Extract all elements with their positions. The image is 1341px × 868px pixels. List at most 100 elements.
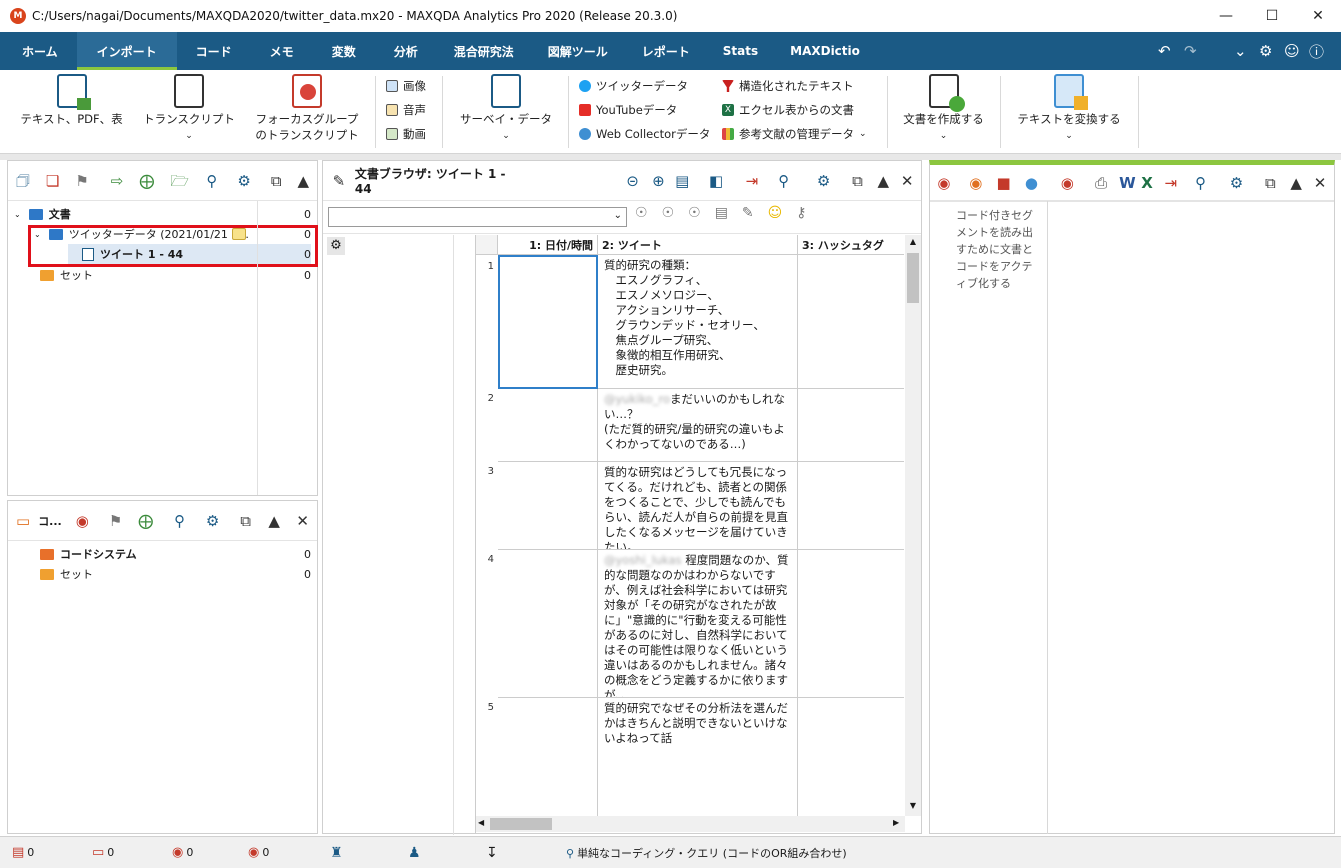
symbol-code-icon[interactable]: ⚷ [796,205,806,221]
scroll-right-icon[interactable]: ▶ [893,818,899,827]
coding-query-mode[interactable]: ⚲ 単純なコーディング・クエリ (コードのOR組み合わせ) [566,845,847,861]
add-code-icon[interactable]: ◉ [1059,175,1075,191]
import-video-button[interactable]: 動画 [386,126,426,142]
convert-text-button[interactable]: テキストを変換する ⌄ [1008,74,1130,141]
tab-home[interactable]: ホーム [0,32,77,70]
undock-icon[interactable]: ⧉ [1262,175,1278,191]
import-twitter-button[interactable]: ツイッターデータ [579,78,688,94]
tree-item-code-system-root[interactable]: コードシステム 0 [8,544,317,564]
import-structured-text-button[interactable]: 構造化されたテキスト [722,78,854,94]
vertical-scrollbar[interactable]: ▲ ▼ [905,235,921,816]
tree-item-documents-root[interactable]: ⌄ 文書 0 [8,204,317,224]
col-header-hashtag[interactable]: 3: ハッシュタグ [798,235,904,255]
highlighter-icon[interactable]: ✎ [742,205,754,221]
filter-docs-icon[interactable]: ⚑ [75,173,88,189]
undock-icon[interactable]: ⧉ [271,173,282,189]
horizontal-scrollbar[interactable]: ◀ ▶ [476,816,905,832]
status-segments[interactable]: ◉ 0 [248,845,269,860]
col-header-tweet[interactable]: 2: ツイート [598,235,798,255]
tab-reports[interactable]: レポート [625,32,707,70]
import-transcript-button[interactable]: トランスクリプト ⌄ [138,74,240,141]
help-icon[interactable]: ⓘ [1309,32,1324,70]
chevron-down-icon[interactable]: ⌄ [14,210,21,219]
emoji-code-icon[interactable]: ☺ [768,205,783,221]
settings-gear-icon[interactable]: ⚙ [816,173,832,189]
undock-icon[interactable]: ⧉ [850,173,866,189]
undock-icon[interactable]: ⧉ [239,513,252,529]
settings-gear-icon[interactable]: ⚙ [1229,175,1245,191]
import-youtube-button[interactable]: YouTubeデータ [579,102,677,118]
table-cell-date[interactable] [498,389,598,462]
zoom-in-icon[interactable]: ⊕ [650,173,666,189]
smiley-icon[interactable]: ☺ [1284,32,1300,70]
maximize-button[interactable]: ☐ [1249,0,1295,32]
table-cell-hashtag[interactable] [798,255,904,389]
settings-gear-icon[interactable]: ⚙ [1259,32,1272,70]
col-header-date[interactable]: 1: 日付/時間 [498,235,598,255]
collapse-panel-icon[interactable]: ▲ [1288,175,1304,191]
settings-gear-icon[interactable]: ⚙ [237,173,250,189]
print-icon[interactable]: ⎙ [1093,175,1109,191]
activate-icon[interactable]: ❏ [46,173,59,189]
new-code-icon[interactable]: ⨁ [138,513,153,529]
tab-visual-tools[interactable]: 図解ツール [531,32,625,70]
table-cell-tweet[interactable]: @yoshi_lukas 程度問題なのか、質的な問題なのかはわからないですが、例… [598,550,798,698]
excel-export-icon[interactable]: X [1139,175,1155,191]
table-cell-date[interactable] [498,462,598,550]
users-icon[interactable]: ♜ [330,845,343,861]
import-webcollector-button[interactable]: Web Collectorデータ [579,126,710,142]
collapse-panel-icon[interactable]: ▲ [298,173,310,189]
code-weight-icon[interactable]: ◉ [968,175,984,191]
tab-maxdictio[interactable]: MAXDictio [774,32,876,70]
zoom-out-icon[interactable]: ⊝ [625,173,641,189]
import-audio-button[interactable]: 音声 [386,102,426,118]
close-window-button[interactable]: ✕ [1295,0,1341,32]
scrollbar-thumb[interactable] [907,253,919,303]
activate-codes-icon[interactable]: ◉ [76,513,89,529]
search-icon[interactable]: ⚲ [173,513,186,529]
status-memos[interactable]: ▭ 0 [92,845,114,860]
search-icon[interactable]: ⚲ [776,173,792,189]
new-document-icon[interactable]: ⨁ [139,173,154,189]
table-cell-tweet[interactable]: @yukiko_roまだいいのかもしれない…？ (ただ質的研究/量的研究の違いも… [598,389,798,462]
close-panel-icon[interactable]: ✕ [296,513,309,529]
collapse-panel-icon[interactable]: ▲ [268,513,281,529]
tab-analysis[interactable]: 分析 [375,32,437,70]
fit-width-icon[interactable]: ▤ [674,173,690,189]
import-excel-docs-button[interactable]: X エクセル表からの文書 [722,102,854,118]
collapse-panel-icon[interactable]: ▲ [875,173,891,189]
user-icon[interactable]: ♟ [408,845,421,861]
table-cell-hashtag[interactable] [798,550,904,698]
settings-gear-icon[interactable]: ⚙ [206,513,219,529]
tree-item-doc-sets[interactable]: セット 0 [8,265,317,285]
import-text-pdf-button[interactable]: テキスト、PDF、表 [14,74,129,127]
side-by-side-icon[interactable]: ◧ [708,173,724,189]
tab-variables[interactable]: 変数 [313,32,375,70]
create-document-button[interactable]: 文書を作成する ⌄ [895,74,992,141]
search-icon[interactable]: ⚲ [206,173,217,189]
redo-icon[interactable]: ↷ [1184,32,1197,70]
scrollbar-thumb[interactable] [490,818,552,830]
segment-select-icon[interactable]: ▤ [715,205,728,221]
code-multi-icon[interactable]: ☉ [688,205,701,221]
import-survey-button[interactable]: サーベイ・データ ⌄ [452,74,560,141]
minimize-button[interactable]: — [1203,0,1249,32]
scroll-up-icon[interactable]: ▲ [905,237,921,246]
table-cell-tweet[interactable]: 質的研究の種類： エスノグラフィ、 エスノメソロジー、 アクションリサーチ、 グ… [598,255,798,389]
export-icon[interactable]: ⇥ [744,173,760,189]
filter-codes-icon[interactable]: ⚑ [109,513,122,529]
code-selector-dropdown[interactable]: ⌄ [328,207,627,227]
import-focus-group-button[interactable]: フォーカスグループ のトランスクリプト [248,74,366,143]
collapse-ribbon-icon[interactable]: ⌄ [1234,32,1247,70]
tab-codes[interactable]: コード [177,32,251,70]
tree-item-code-sets[interactable]: セット 0 [8,564,317,584]
tab-mixed-methods[interactable]: 混合研究法 [437,32,531,70]
new-folder-icon[interactable]: 🗁 [170,173,189,189]
word-export-icon[interactable]: W [1119,175,1136,191]
activated-codes-icon[interactable]: ◉ [936,175,952,191]
scroll-left-icon[interactable]: ◀ [478,818,484,827]
table-cell-date[interactable] [498,255,598,389]
import-image-button[interactable]: 画像 [386,78,426,94]
table-cell-hashtag[interactable] [798,389,904,462]
table-cell-hashtag[interactable] [798,462,904,550]
